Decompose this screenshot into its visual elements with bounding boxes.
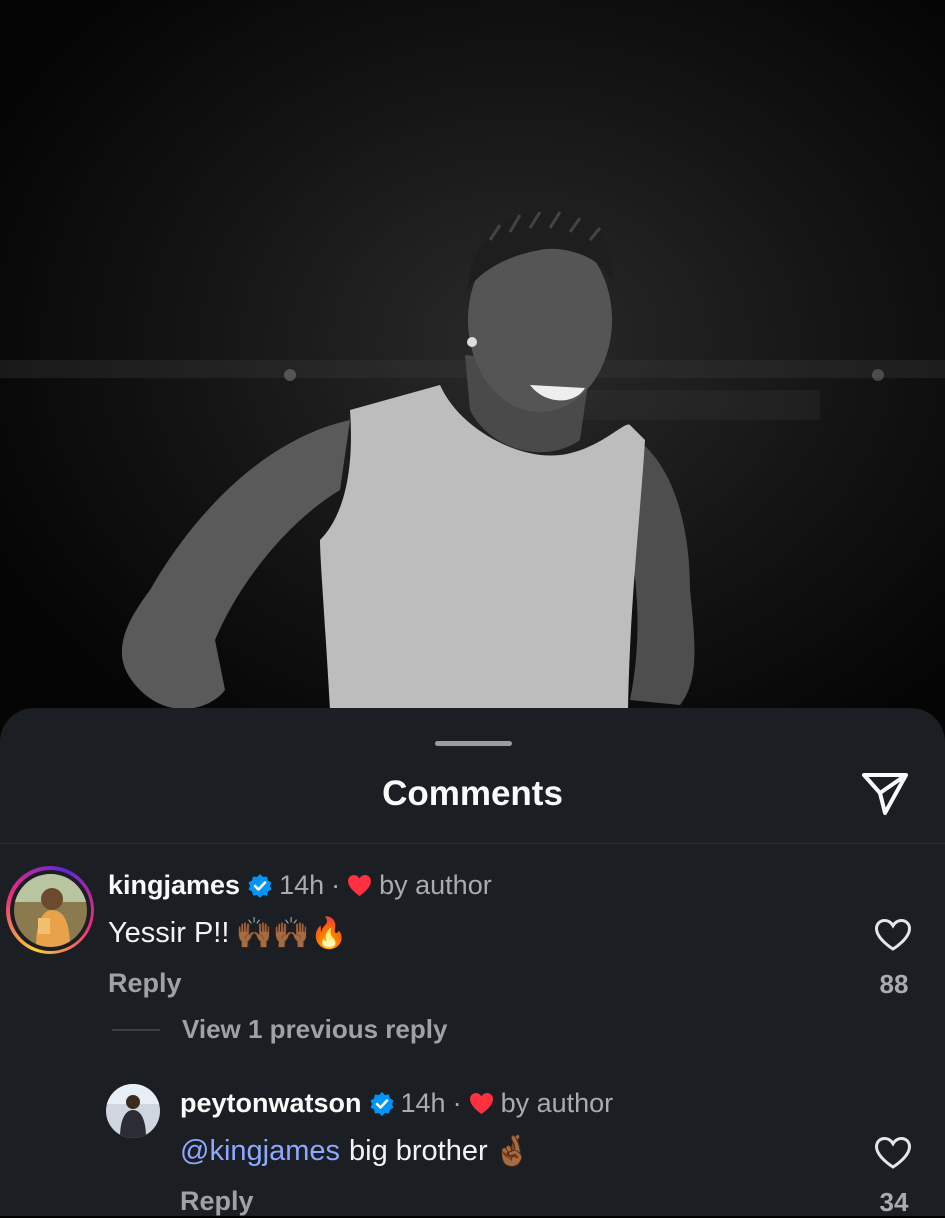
comment-text: Yessir P!! 🙌🏾🙌🏾🔥 <box>108 916 348 951</box>
liked-by-author-label: by author <box>500 1088 614 1118</box>
sheet-title: Comments <box>382 774 563 813</box>
comment-body: Yessir P!! <box>108 917 230 949</box>
reply-text: @kingjames big brother 🤞🏾 <box>180 1134 531 1169</box>
avatar-image-icon <box>13 873 87 947</box>
comments-sheet: Comments kingjames 14h · by author Yessi… <box>0 708 945 1217</box>
separator: · <box>331 870 341 900</box>
person-photo-illustration <box>0 209 945 710</box>
view-previous-replies-label: View 1 previous reply <box>182 1014 448 1044</box>
drag-handle[interactable] <box>435 741 512 746</box>
like-button[interactable] <box>871 913 915 957</box>
reply-body: big brother <box>349 1135 488 1167</box>
verified-badge-icon <box>369 1091 395 1117</box>
comment-emojis: 🙌🏾🙌🏾🔥 <box>235 917 348 950</box>
liked-by-author-label: by author <box>379 870 492 900</box>
timestamp: 14h <box>279 870 325 900</box>
avatar-story-ring[interactable] <box>6 866 94 954</box>
author-heart-icon <box>347 874 372 897</box>
heart-outline-icon <box>874 1136 912 1169</box>
comment-meta: kingjames 14h · by author <box>108 870 492 901</box>
separator: · <box>452 1088 462 1118</box>
reply-meta: peytonwatson 14h · by author <box>180 1088 613 1119</box>
author-heart-icon <box>469 1092 494 1115</box>
thread-line <box>112 1028 160 1031</box>
view-previous-replies-button[interactable]: View 1 previous reply <box>112 1014 447 1045</box>
reply-button[interactable]: Reply <box>108 968 182 999</box>
reply-emojis: 🤞🏾 <box>493 1135 532 1168</box>
heart-outline-icon <box>874 918 912 951</box>
avatar[interactable] <box>106 1084 160 1138</box>
like-count: 88 <box>879 969 909 999</box>
avatar-image-icon <box>106 1084 160 1138</box>
verified-badge-icon <box>247 873 273 899</box>
mention-link[interactable]: @kingjames <box>180 1135 340 1168</box>
avatar <box>13 873 87 947</box>
like-button[interactable] <box>871 1131 915 1175</box>
header-divider <box>0 843 945 844</box>
username[interactable]: peytonwatson <box>180 1088 362 1119</box>
reply-button[interactable]: Reply <box>180 1186 254 1217</box>
username[interactable]: kingjames <box>108 870 240 901</box>
like-count: 34 <box>879 1187 909 1217</box>
timestamp: 14h <box>400 1088 446 1118</box>
share-button[interactable] <box>857 768 913 820</box>
send-icon <box>862 773 908 815</box>
post-photo <box>0 0 945 760</box>
